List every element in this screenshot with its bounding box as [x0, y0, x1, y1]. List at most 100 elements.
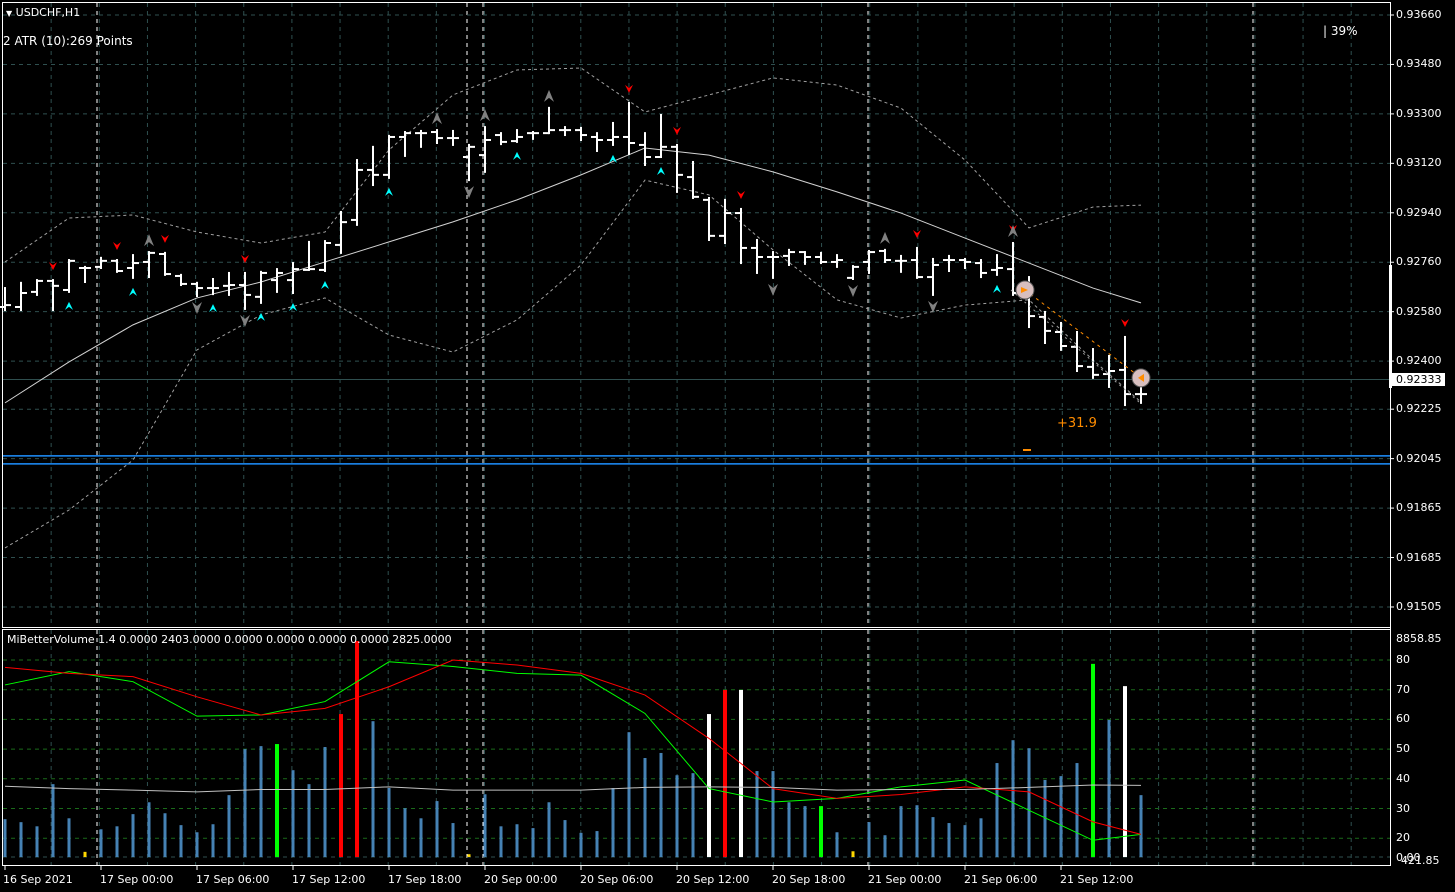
volume-bar	[931, 817, 935, 857]
sell-signal-arrow-icon	[737, 190, 745, 199]
fractal-up-arrow-icon	[144, 234, 154, 247]
volume-bar	[467, 854, 471, 857]
buy-signal-arrow-icon	[385, 187, 393, 196]
volume-bar	[579, 832, 583, 857]
volume-bar	[147, 802, 151, 857]
sell-signal-arrow-icon	[913, 229, 921, 238]
volume-bar	[995, 763, 999, 857]
sell-signal-arrow-icon	[161, 234, 169, 243]
volume-bar	[99, 829, 103, 857]
sell-signal-arrow-icon	[1121, 318, 1129, 327]
volume-bar	[867, 822, 871, 857]
indicator-axis-top: 8858.85	[1396, 632, 1442, 645]
volume-bar	[371, 721, 375, 857]
volume-bar	[435, 801, 439, 857]
fractal-up-arrow-icon	[1008, 225, 1018, 238]
volume-bar	[563, 820, 567, 857]
volume-bar	[259, 746, 263, 857]
volume-bar	[499, 826, 503, 857]
volume-bar	[243, 749, 247, 857]
time-axis-label: 17 Sep 18:00	[388, 873, 462, 886]
time-axis-label: 20 Sep 12:00	[676, 873, 750, 886]
fractal-down-arrow-icon	[192, 302, 202, 315]
volume-bar	[19, 822, 23, 857]
fractal-down-arrow-icon	[464, 186, 474, 199]
price-axis-label: 0.91505	[1396, 599, 1442, 613]
volume-bar	[787, 802, 791, 857]
time-axis-label: 20 Sep 00:00	[484, 873, 558, 886]
price-axis-label: 0.92580	[1396, 304, 1442, 318]
fractal-up-arrow-icon	[432, 112, 442, 125]
volume-bar	[819, 806, 823, 857]
volume-bar	[899, 806, 903, 857]
volume-bar	[131, 814, 135, 857]
volume-bar	[211, 824, 215, 857]
volume-bar	[1123, 686, 1127, 857]
volume-bar	[227, 795, 231, 857]
volume-bar	[915, 805, 919, 857]
time-axis-label: 20 Sep 06:00	[580, 873, 654, 886]
buy-signal-arrow-icon	[129, 287, 137, 296]
price-axis-label: 0.91865	[1396, 501, 1442, 515]
volume-bar	[1107, 719, 1111, 857]
atr-label: 2 ATR (10):269 Points	[3, 34, 133, 48]
volume-bar	[723, 689, 727, 857]
volume-bar	[755, 771, 759, 857]
time-axis-label: 17 Sep 00:00	[100, 873, 174, 886]
volume-bar	[275, 744, 279, 857]
symbol-menu[interactable]: ▼ USDCHF,H1	[6, 6, 80, 20]
volume-bar	[659, 752, 663, 857]
volume-bar	[979, 818, 983, 857]
sell-signal-arrow-icon	[673, 126, 681, 135]
time-axis-label: 16 Sep 2021	[3, 873, 73, 886]
volume-bar	[115, 826, 119, 857]
green-line	[4, 661, 1142, 841]
volume-bar	[179, 825, 183, 857]
buy-signal-arrow-icon	[65, 301, 73, 310]
volume-bar	[355, 641, 359, 857]
lower-band-line	[4, 179, 1142, 549]
price-axis-label: 0.91685	[1396, 550, 1442, 564]
indicator-axis-label: 80	[1396, 653, 1410, 666]
volume-bar	[1011, 740, 1015, 857]
upper-band-line	[4, 67, 1142, 263]
fractal-up-arrow-icon	[544, 89, 554, 102]
fractal-down-arrow-icon	[240, 314, 250, 327]
volume-bar	[67, 818, 71, 857]
volume-bar	[595, 831, 599, 857]
chart-canvas[interactable]	[0, 0, 1455, 892]
volume-bar	[547, 802, 551, 857]
indicator-axis-bottom: 421.85	[1401, 854, 1440, 867]
fractal-down-arrow-icon	[848, 284, 858, 297]
volume-bar	[627, 732, 631, 857]
buy-signal-arrow-icon	[209, 304, 217, 313]
indicator-pane-frame	[2, 629, 1391, 866]
volume-bar	[1091, 663, 1095, 857]
volume-bar	[835, 832, 839, 857]
fractal-up-arrow-icon	[880, 231, 890, 244]
sell-signal-arrow-icon	[241, 254, 249, 263]
price-axis-label: 0.92760	[1396, 255, 1442, 269]
volume-bar	[1027, 748, 1031, 857]
symbol-title: USDCHF,H1	[15, 6, 81, 19]
volume-bar	[851, 851, 855, 857]
time-axis-label: 17 Sep 12:00	[292, 873, 366, 886]
volume-bar	[419, 818, 423, 857]
current-price-label: 0.92333	[1392, 373, 1445, 386]
indicator-axis-label: 60	[1396, 712, 1410, 726]
main-pane-frame	[2, 2, 1391, 628]
buy-signal-arrow-icon	[657, 167, 665, 176]
volume-bar	[3, 819, 7, 857]
price-axis-label: 0.92225	[1396, 402, 1442, 416]
price-axis-label: 0.92940	[1396, 205, 1442, 219]
time-axis-label: 20 Sep 18:00	[772, 873, 846, 886]
volume-bar	[1139, 795, 1143, 857]
volume-bar	[163, 813, 167, 857]
sell-signal-arrow-icon	[113, 242, 121, 251]
time-axis-label: 21 Sep 12:00	[1060, 873, 1134, 886]
price-axis-label: 0.93660	[1396, 8, 1442, 21]
trade-line	[1024, 289, 1142, 379]
volume-bar	[515, 824, 519, 857]
dropdown-triangle-icon: ▼	[6, 9, 13, 18]
price-axis-label: 0.92400	[1396, 354, 1442, 368]
